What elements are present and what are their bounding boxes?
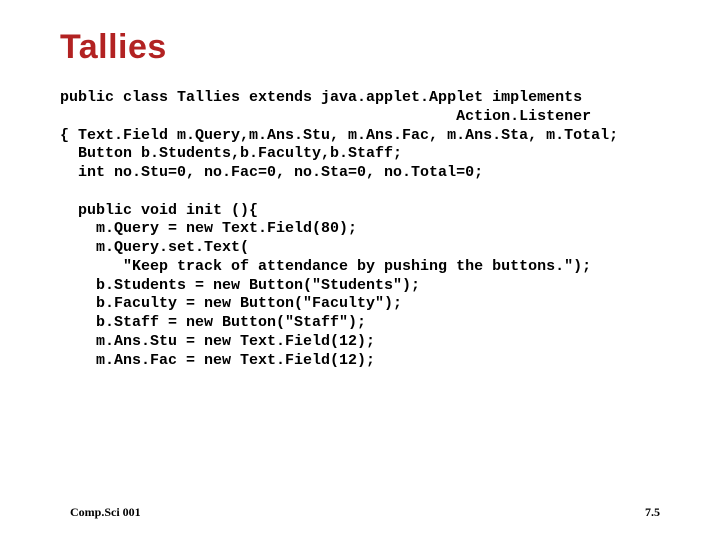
code-block: public class Tallies extends java.applet…: [60, 89, 672, 370]
footer: Comp.Sci 001 7.5: [70, 505, 660, 520]
footer-right: 7.5: [645, 505, 660, 520]
slide-title: Tallies: [60, 28, 672, 67]
footer-left: Comp.Sci 001: [70, 505, 141, 520]
slide: Tallies public class Tallies extends jav…: [0, 0, 720, 540]
